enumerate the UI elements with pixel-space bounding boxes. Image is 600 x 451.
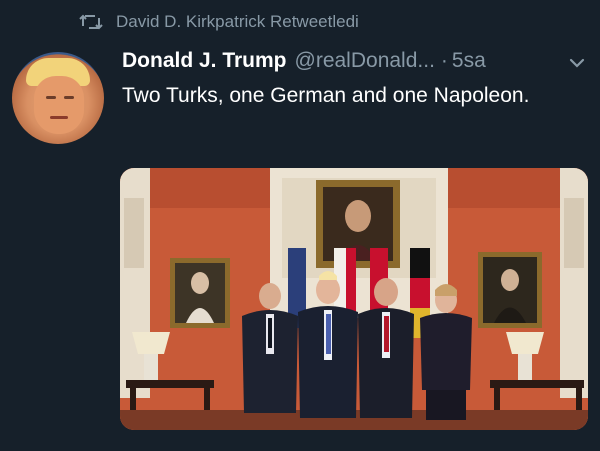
photo-image — [120, 168, 588, 430]
tweet-header: Donald J. Trump @realDonald... · 5sa — [122, 46, 486, 76]
tweet-photo[interactable] — [120, 168, 588, 430]
tweet-text: Two Turks, one German and one Napoleon. — [122, 84, 530, 107]
retweet-text: David D. Kirkpatrick Retweetledi — [116, 12, 359, 31]
chevron-down-icon[interactable] — [568, 54, 586, 72]
tweet-timestamp[interactable]: 5sa — [452, 49, 486, 73]
author-name[interactable]: Donald J. Trump — [122, 49, 287, 73]
retweet-context[interactable]: David D. Kirkpatrick Retweetledi — [78, 10, 359, 34]
profile-avatar[interactable] — [12, 52, 104, 144]
separator-dot: · — [440, 49, 448, 72]
author-handle[interactable]: @realDonald... — [295, 49, 435, 73]
retweet-icon — [79, 14, 103, 30]
